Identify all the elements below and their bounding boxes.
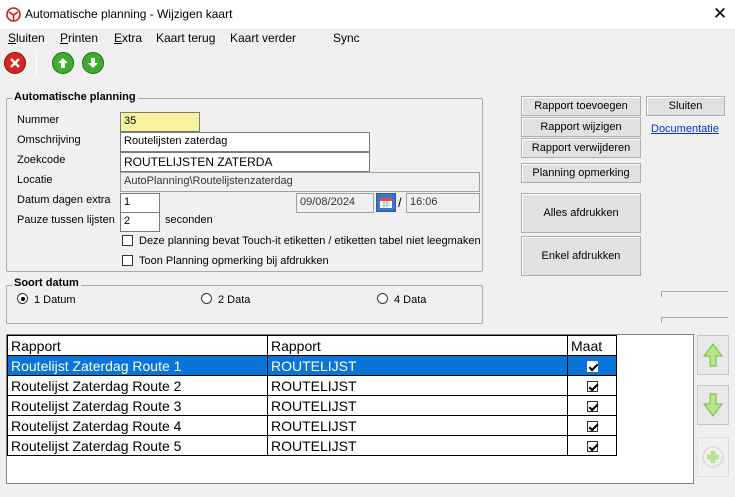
radio-4-data[interactable]: [377, 293, 388, 304]
documentatie-link[interactable]: Documentatie: [651, 123, 719, 135]
col-header-rapport-1[interactable]: Rapport: [7, 335, 268, 356]
radio-2-data-label: 2 Data: [218, 294, 251, 306]
locatie-label: Locatie: [17, 174, 53, 186]
omschrijving-label: Omschrijving: [17, 134, 81, 146]
table-cell-rapport: Routelijst Zaterdag Route 5: [7, 435, 268, 456]
close-red-icon[interactable]: [4, 52, 26, 74]
toon-opmerking-checkbox[interactable]: [122, 255, 133, 266]
table-cell-rapport-type: ROUTELIJST: [267, 355, 568, 376]
table-row[interactable]: Routelijst Zaterdag Route 1 ROUTELIJST: [7, 355, 617, 376]
status-bar-1: [661, 291, 728, 297]
app-logo-icon: [6, 7, 21, 22]
radio-4-data-label: 4 Data: [394, 294, 427, 306]
seconden-label: seconden: [165, 214, 213, 226]
datum-dagen-extra-field[interactable]: 1: [120, 193, 160, 213]
maat-checkbox[interactable]: [586, 421, 598, 433]
planning-opmerking-button[interactable]: Planning opmerking: [521, 163, 641, 183]
arrow-up-icon: [703, 343, 723, 367]
radio-1-datum-label: 1 Datum: [34, 294, 76, 306]
time-field: 16:06: [406, 193, 480, 213]
maat-checkbox[interactable]: [586, 441, 598, 453]
zoekcode-label: Zoekcode: [17, 154, 66, 166]
col-header-rapport-2[interactable]: Rapport: [267, 335, 568, 356]
alles-afdrukken-button[interactable]: Alles afdrukken: [521, 193, 641, 233]
table-cell-rapport-type: ROUTELIJST: [267, 435, 568, 456]
table-cell-rapport-type: ROUTELIJST: [267, 375, 568, 396]
table-cell-maat[interactable]: [567, 355, 617, 376]
rapport-verwijderen-button[interactable]: Rapport verwijderen: [521, 138, 641, 158]
table-cell-maat[interactable]: [567, 415, 617, 436]
nummer-label: Nummer: [17, 114, 60, 126]
date-time-separator: /: [398, 195, 402, 210]
soort-datum-title: Soort datum: [12, 277, 81, 289]
enkel-afdrukken-button[interactable]: Enkel afdrukken: [521, 236, 641, 276]
status-bar-2: [661, 317, 728, 323]
planning-group-title: Automatische planning: [12, 91, 138, 103]
sluiten-button[interactable]: Sluiten: [646, 96, 725, 116]
zoekcode-field[interactable]: ROUTELIJSTEN ZATERDA: [120, 152, 370, 172]
datum-dagen-extra-label: Datum dagen extra: [17, 194, 111, 206]
table-row[interactable]: Routelijst Zaterdag Route 2 ROUTELIJST: [7, 375, 617, 396]
date-field: 09/08/2024: [296, 193, 374, 213]
maat-checkbox[interactable]: [586, 401, 598, 413]
window-close-button[interactable]: ✕: [708, 4, 732, 26]
omschrijving-field[interactable]: Routelijsten zaterdag: [120, 132, 370, 152]
maat-checkbox[interactable]: [586, 381, 598, 393]
move-up-button[interactable]: [697, 335, 729, 375]
menu-kaart-terug[interactable]: Kaart terug: [156, 31, 215, 45]
table-row[interactable]: Routelijst Zaterdag Route 5 ROUTELIJST: [7, 435, 617, 456]
rapport-table: Rapport Rapport Maat Routelijst Zaterdag…: [6, 334, 694, 484]
add-icon: [702, 446, 724, 468]
radio-2-data[interactable]: [201, 293, 212, 304]
rapport-toevoegen-button[interactable]: Rapport toevoegen: [521, 96, 641, 116]
nummer-field[interactable]: 35: [120, 112, 200, 132]
table-cell-maat[interactable]: [567, 375, 617, 396]
table-cell-rapport-type: ROUTELIJST: [267, 395, 568, 416]
menu-sync[interactable]: Sync: [333, 31, 360, 45]
pauze-field[interactable]: 2: [120, 212, 160, 232]
table-cell-rapport: Routelijst Zaterdag Route 3: [7, 395, 268, 416]
menu-sluiten[interactable]: Sluiten: [8, 31, 45, 45]
rapport-wijzigen-button[interactable]: Rapport wijzigen: [521, 117, 641, 137]
window-title: Automatische planning - Wijzigen kaart: [25, 7, 233, 21]
arrow-up-green-icon[interactable]: [52, 52, 74, 74]
menu-extra[interactable]: Extra: [114, 31, 142, 45]
touchit-checkbox[interactable]: [122, 235, 133, 246]
table-cell-rapport: Routelijst Zaterdag Route 1: [7, 355, 268, 376]
menu-printen[interactable]: Printen: [60, 31, 98, 45]
locatie-field: AutoPlanning\Routelijstenzaterdag: [120, 172, 480, 192]
table-cell-maat[interactable]: [567, 395, 617, 416]
arrow-down-icon: [703, 393, 723, 417]
toolbar-separator: [36, 50, 37, 76]
table-row[interactable]: Routelijst Zaterdag Route 3 ROUTELIJST: [7, 395, 617, 416]
table-cell-rapport: Routelijst Zaterdag Route 2: [7, 375, 268, 396]
table-cell-rapport-type: ROUTELIJST: [267, 415, 568, 436]
calendar-icon[interactable]: [376, 193, 396, 212]
toon-opmerking-checkbox-label: Toon Planning opmerking bij afdrukken: [139, 255, 329, 267]
table-cell-rapport: Routelijst Zaterdag Route 4: [7, 415, 268, 436]
touchit-checkbox-label: Deze planning bevat Touch-it etiketten /…: [139, 235, 481, 247]
move-down-button[interactable]: [697, 385, 729, 425]
col-header-maat[interactable]: Maat: [567, 335, 617, 356]
add-button[interactable]: [697, 437, 729, 477]
table-cell-maat[interactable]: [567, 435, 617, 456]
arrow-down-green-icon[interactable]: [82, 52, 104, 74]
table-row[interactable]: Routelijst Zaterdag Route 4 ROUTELIJST: [7, 415, 617, 436]
radio-1-datum[interactable]: [17, 293, 28, 304]
maat-checkbox[interactable]: [586, 361, 598, 373]
menu-kaart-verder[interactable]: Kaart verder: [230, 31, 296, 45]
pauze-label: Pauze tussen lijsten: [17, 214, 115, 226]
